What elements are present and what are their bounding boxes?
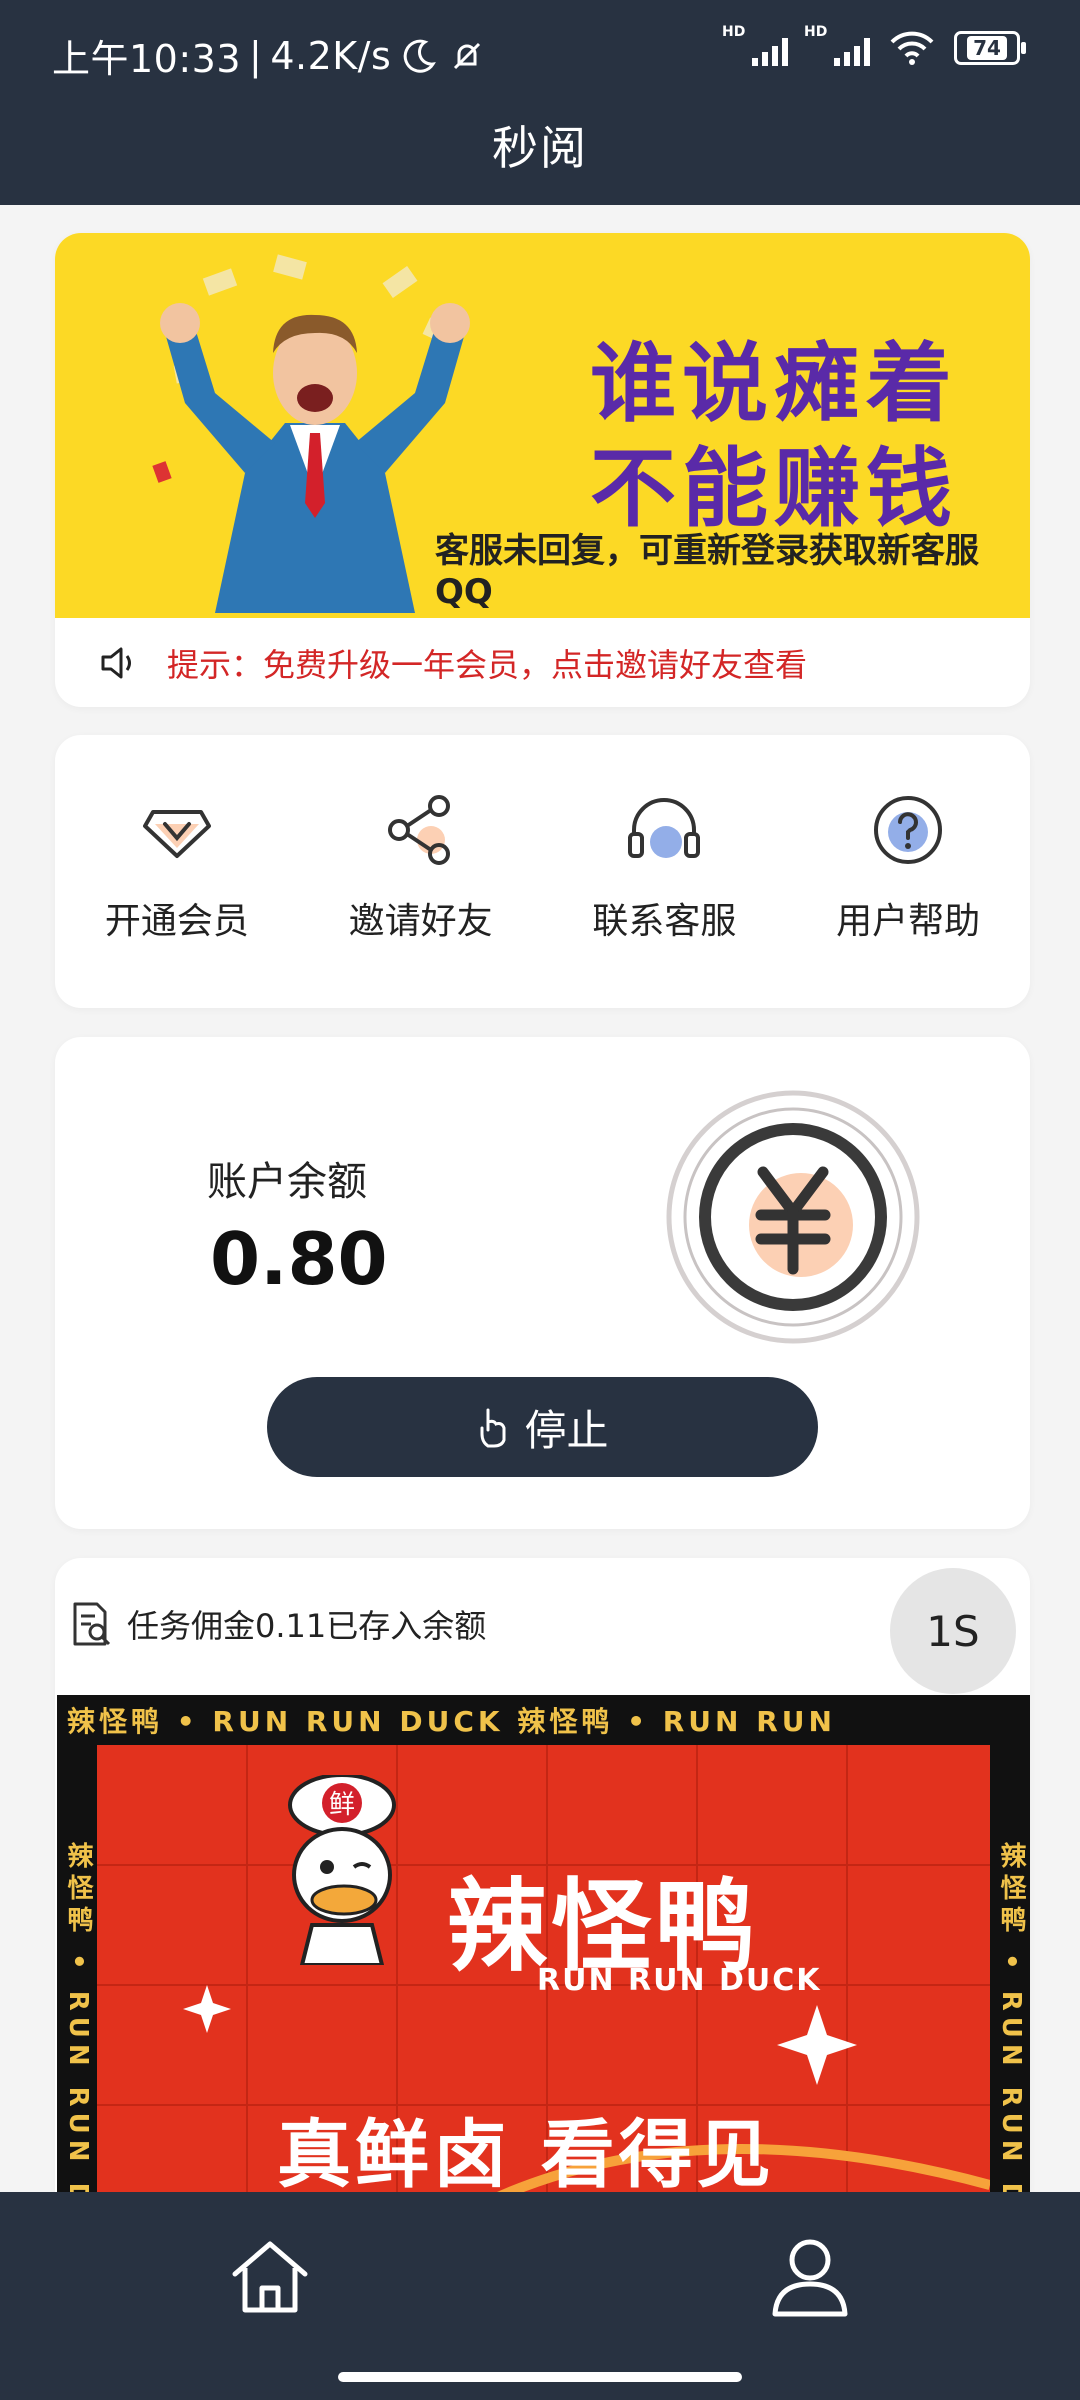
bottom-nav bbox=[0, 2192, 1080, 2400]
vip-diamond-icon bbox=[142, 810, 211, 858]
moon-icon bbox=[403, 39, 437, 73]
mute-bell-icon bbox=[454, 42, 481, 69]
svg-text:鲜: 鲜 bbox=[329, 1790, 355, 1820]
countdown-timer[interactable]: 1S bbox=[890, 1568, 1016, 1694]
tip-row[interactable]: 提示：免费升级一年会员，点击邀请好友查看 bbox=[55, 618, 1030, 707]
balance-card: 账户余额 0.80 停止 bbox=[55, 1037, 1030, 1529]
menu-item-support[interactable]: 联系客服 bbox=[543, 735, 787, 1008]
signal-icon-2: HD bbox=[804, 24, 870, 66]
yuan-coin-icon bbox=[666, 1090, 920, 1344]
stop-button[interactable]: 停止 bbox=[267, 1377, 818, 1477]
profile-icon[interactable] bbox=[765, 2232, 855, 2322]
help-question-icon bbox=[874, 796, 943, 864]
top-bar: 上午10:33 | 4.2K/s HD HD 74 秒阅 bbox=[0, 0, 1080, 205]
banner-card: 谁说瘫着 不能赚钱 客服未回复，可重新登录获取新客服QQ 提示：免费升级一年会员… bbox=[55, 233, 1030, 707]
balance-label: 账户余额 bbox=[207, 1159, 367, 1205]
tip-text: 提示：免费升级一年会员，点击邀请好友查看 bbox=[167, 645, 808, 684]
ad-top-strip: 辣怪鸭 • RUN RUN DUCK 辣怪鸭 • RUN RUN bbox=[57, 1695, 1030, 1745]
network-speed: 4.2K/s bbox=[270, 33, 392, 78]
banner-caption: 客服未回复，可重新登录获取新客服QQ bbox=[435, 531, 979, 612]
hand-tap-icon bbox=[480, 1408, 506, 1448]
page-title: 秒阅 bbox=[492, 121, 588, 175]
stop-button-label: 停止 bbox=[524, 1405, 609, 1455]
status-bar-left: 上午10:33 | 4.2K/s bbox=[52, 28, 487, 83]
signal-icon: HD bbox=[722, 24, 788, 66]
status-bar-right: HD HD 74 bbox=[722, 24, 1026, 68]
promo-banner[interactable]: 谁说瘫着 不能赚钱 客服未回复，可重新登录获取新客服QQ bbox=[55, 233, 1030, 618]
balance-value: 0.80 bbox=[210, 1217, 388, 1301]
duck-chef-mascot: 鲜 bbox=[288, 1775, 396, 1965]
share-icon bbox=[387, 795, 450, 865]
ad-brand-english: RUN RUN DUCK bbox=[537, 1963, 822, 1998]
menu-item-invite[interactable]: 邀请好友 bbox=[299, 735, 543, 1008]
quick-menu: 开通会员 邀请好友 联系客服 用户帮助 bbox=[55, 735, 1030, 1008]
home-indicator[interactable] bbox=[338, 2372, 742, 2382]
menu-item-vip[interactable]: 开通会员 bbox=[55, 735, 299, 1008]
menu-item-help[interactable]: 用户帮助 bbox=[786, 735, 1030, 1008]
headset-icon bbox=[628, 798, 701, 858]
ad-slogan: 真鲜卤 看得见 bbox=[277, 2112, 775, 2198]
document-search-icon bbox=[73, 1602, 111, 1646]
speaker-icon bbox=[101, 647, 131, 678]
wifi-icon bbox=[890, 31, 934, 65]
task-message: 任务佣金0.11已存入余额 bbox=[127, 1607, 487, 1645]
home-icon[interactable] bbox=[225, 2232, 315, 2322]
battery-icon: 74 bbox=[954, 31, 1026, 65]
status-time: 上午10:33 bbox=[52, 37, 242, 81]
task-status: 任务佣金0.11已存入余额 bbox=[69, 1600, 486, 1648]
